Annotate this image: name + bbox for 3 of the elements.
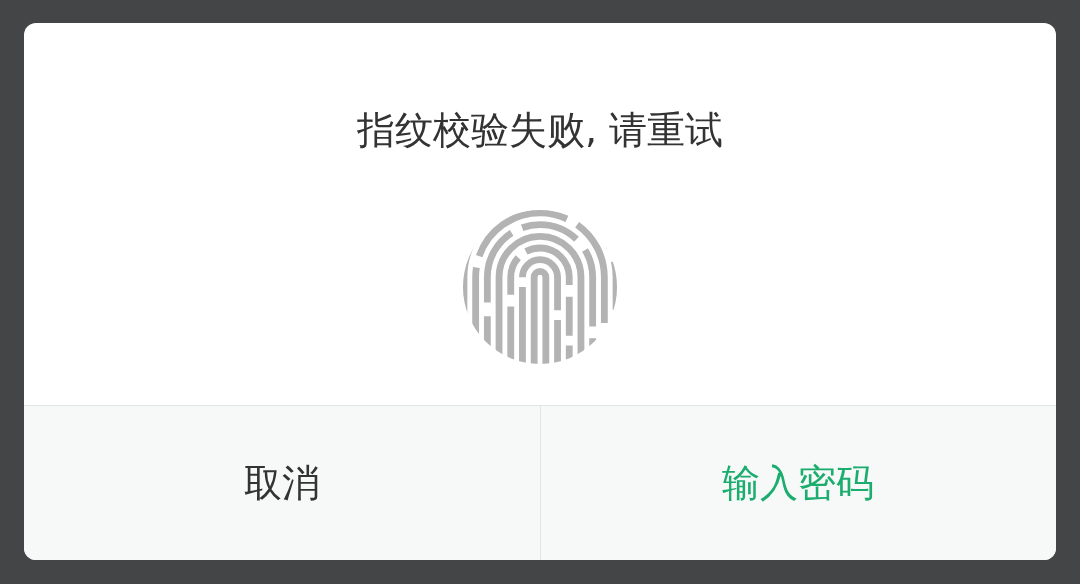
fingerprint-icon: [462, 208, 618, 365]
cancel-button[interactable]: 取消: [24, 406, 540, 560]
dialog-title: 指纹校验失败, 请重试: [355, 108, 725, 154]
